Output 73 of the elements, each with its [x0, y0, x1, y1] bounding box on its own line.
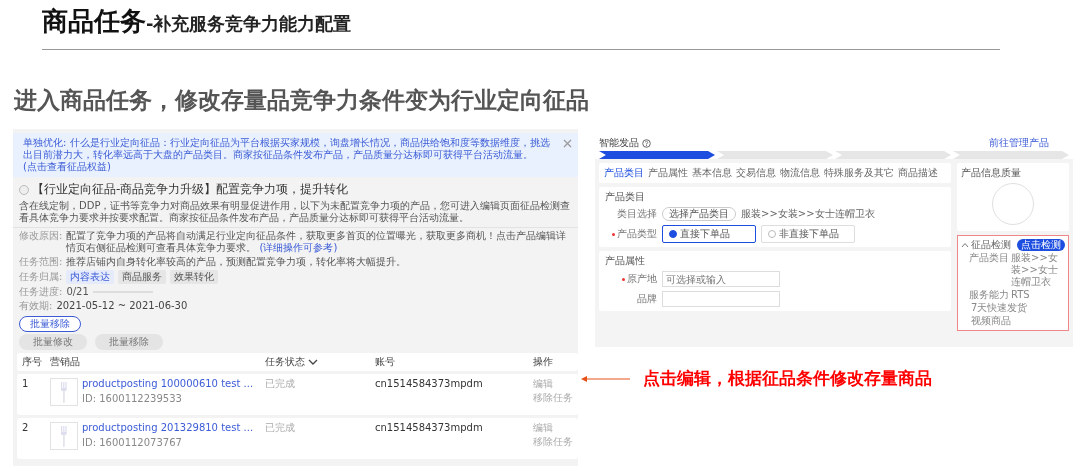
form-tab[interactable]: 物流信息	[780, 167, 820, 179]
column-header[interactable]: 营销品	[50, 356, 80, 368]
form-tab[interactable]: 交易信息	[736, 167, 776, 179]
column-header[interactable]: 序号	[22, 356, 42, 368]
product-id: ID: 1600112239533	[82, 393, 183, 405]
detail-label: 任务范围:	[19, 256, 63, 268]
input-field[interactable]: 可选择或输入	[662, 271, 780, 287]
close-icon	[563, 139, 572, 148]
row-label: 服务能力	[969, 289, 1009, 301]
task-title: 【行业定向征品-商品竞争力升级】配置竞争力项，提升转化	[32, 181, 349, 198]
form-tab[interactable]: 基本信息	[692, 167, 732, 179]
detail-text: 配置了竞争力项的产品将自动满足行业定向征品条件，获取更多首页的位置曝光，获取更多商机！点击产品编辑详情页右侧征品检测可查看具体竞争力要求。 (详细操作可参考)	[66, 230, 568, 254]
tag[interactable]: 商品服务	[118, 270, 167, 284]
section-title: 产品类目	[605, 191, 646, 203]
row-value: 服装>>女装>>女士连帽卫衣	[1011, 252, 1059, 288]
validity-dates: 2021-05-12 ~ 2021-06-30	[56, 300, 188, 312]
category-path: 服装>>女装>>女士连帽卫衣	[741, 208, 875, 220]
remove-button[interactable]: 批量移除	[19, 316, 81, 332]
card-title: 产品信息质量	[961, 167, 1021, 179]
product-link[interactable]: productposting 100000610 test ...	[82, 378, 254, 390]
row-value: RTS	[1011, 289, 1030, 301]
notice-text: 单独优化: 什么是行业定向征品：行业定向征品为平台根据买家规模，询盘增长情况，商品供给饱和度等数据维度，挑选出目前潜力大，转化率远高于大盘的产品类目。商家按征品条件发布产品，产品质量分达标即可获得平台活动流量。 (点击查看征品权益)	[23, 137, 551, 173]
slide-title: 商品任务	[42, 5, 146, 38]
type-option[interactable]: 非直接下单品	[761, 225, 855, 243]
help-link[interactable]: (详细操作可参考)	[259, 242, 338, 253]
account-text: cn1514584373mpdm	[375, 378, 483, 390]
detail-label: 修改原因:	[19, 230, 63, 243]
form-tab[interactable]: 特殊服务及其它	[824, 167, 894, 179]
row-label: 产品类目	[969, 252, 1009, 265]
form-tab[interactable]: 产品类目	[604, 167, 644, 179]
section-heading: 进入商品任务，修改存量品竞争力条件变为行业定向征品	[14, 86, 590, 115]
product-id: ID: 1600112073767	[82, 437, 183, 449]
product-link[interactable]: productposting 201329810 test ...	[82, 422, 254, 434]
task-description: 含在线定制，DDP，证书等竞争力对商品效果有明显促进作用，以下为未配置竞争力项的产品，您可进入编辑页面征品检测查看具体竞争力要求并按要求配置。商家按征品条件发布产品，产品质量分达标即可获得平台活动流量。	[18, 199, 572, 225]
field-label: 产品类型	[605, 228, 657, 240]
field-label: 原产地	[605, 273, 657, 285]
tag[interactable]: 效果转化	[170, 270, 219, 284]
chevron-down-icon	[308, 358, 318, 366]
form-tab[interactable]: 产品属性	[648, 167, 688, 179]
column-header[interactable]: 操作	[533, 356, 553, 368]
progress-value: 0/21	[66, 286, 89, 298]
field-label: 类目选择	[616, 208, 657, 220]
arrow	[581, 374, 631, 383]
page-title: 智能发品	[599, 137, 639, 149]
detail-label: 任务进度:	[19, 286, 63, 298]
row-number: 1	[22, 378, 29, 390]
tag[interactable]: 内容表达	[66, 270, 115, 284]
column-header[interactable]: 账号	[375, 356, 395, 368]
annotation-text: 点击编辑，根据征品条件修改存量商品	[643, 367, 932, 390]
panel-title: 征品检测	[971, 239, 1011, 251]
radio-button[interactable]	[19, 184, 29, 195]
type-option[interactable]: 直接下单品	[662, 225, 756, 243]
detail-label: 有效期:	[19, 300, 53, 312]
step-segment[interactable]	[599, 151, 715, 159]
detail-text: 推荐店铺内自身转化率较高的产品，预测配置竞争力项，转化率将大幅提升。	[66, 256, 407, 268]
status-text: 已完成	[265, 422, 295, 434]
status-text: 已完成	[265, 378, 295, 390]
input-field[interactable]	[662, 291, 780, 307]
manage-link[interactable]: 前往管理产品	[989, 137, 1049, 149]
help-icon	[642, 138, 651, 148]
account-text: cn1514584373mpdm	[375, 422, 483, 434]
row-value: 7天快速发货	[971, 302, 1028, 314]
form-tab[interactable]: 商品描述	[898, 167, 938, 179]
slide-subtitle: -补充服务竞争力能力配置	[146, 12, 352, 36]
check-button[interactable]: 点击检测	[1017, 239, 1065, 251]
field-label: 品牌	[636, 293, 657, 305]
row-number: 2	[22, 422, 29, 434]
detail-label: 任务归属:	[19, 271, 63, 283]
row-value: 视频商品	[971, 315, 1011, 327]
section-title: 产品属性	[605, 255, 646, 267]
category-button[interactable]: 选择产品类目	[662, 207, 736, 221]
column-header[interactable]: 任务状态	[265, 356, 318, 368]
notice-link[interactable]: (点击查看征品权益)	[23, 161, 111, 172]
